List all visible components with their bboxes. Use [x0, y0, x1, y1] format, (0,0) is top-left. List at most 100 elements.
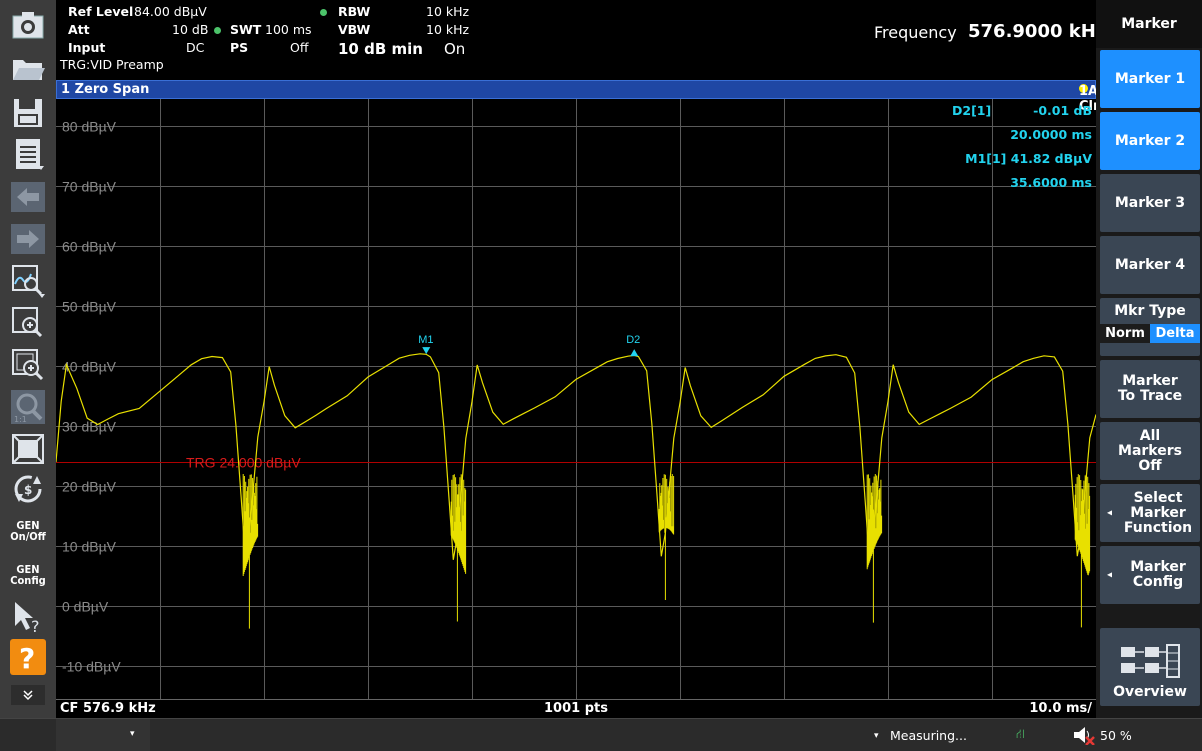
redo-button[interactable]: [5, 220, 51, 258]
select-marker-function-label: Select Marker Function: [1123, 489, 1193, 536]
y-tick-label: 70 dBµV: [62, 179, 117, 195]
softkey-menu-title: Marker: [1096, 0, 1202, 48]
measuring-status[interactable]: Measuring...: [890, 728, 967, 743]
ps-value[interactable]: Off: [290, 40, 308, 55]
left-toolbar: 1:1 $ GEN On/Off GEN Config ? ?: [0, 0, 56, 718]
marker-type-softkey[interactable]: Mkr Type Norm Delta: [1100, 298, 1200, 356]
refresh-icon: $: [14, 475, 42, 503]
marker3-softkey[interactable]: Marker 3: [1100, 174, 1200, 232]
status-dropdown-left[interactable]: ▾: [56, 719, 150, 751]
rbw-value[interactable]: 10 kHz: [426, 4, 469, 19]
m1-result: M1[1] 41.82 dBµV: [952, 151, 1092, 166]
diagram-title: 1 Zero Span: [61, 82, 150, 97]
network-icon: ⛙: [1016, 726, 1025, 741]
all-markers-off-softkey[interactable]: All Markers Off: [1100, 422, 1200, 480]
document-icon: [16, 139, 44, 170]
trace-dip-noise: [658, 474, 675, 600]
marker-type-delta[interactable]: Delta: [1150, 324, 1200, 343]
marker2-softkey[interactable]: Marker 2: [1100, 112, 1200, 170]
m1-result-label: M1[1]: [965, 151, 1007, 166]
mode-value[interactable]: On: [444, 40, 465, 58]
submenu-arrow-icon: ◂: [1107, 507, 1113, 519]
swt-indicator: [214, 27, 221, 34]
status-bar: ▾ ▾ Measuring... ⛙ 50 %: [0, 718, 1202, 751]
diagram-title-bar[interactable]: 1 Zero Span 1AP Clrw: [56, 80, 1111, 114]
zero-span-plot[interactable]: 80 dBµV70 dBµV60 dBµV50 dBµV40 dBµV30 dB…: [55, 99, 1097, 699]
d2-result: D2[1] -0.01 dB: [952, 103, 1092, 118]
gen-onoff-button[interactable]: GEN On/Off: [5, 512, 51, 550]
marker-type-label: Mkr Type: [1114, 303, 1186, 319]
swt-value[interactable]: 100 ms: [265, 22, 312, 37]
overview-flow-icon: [1121, 644, 1180, 678]
marker-config-softkey[interactable]: ◂ Marker Config: [1100, 546, 1200, 604]
softkey-panel: Marker Marker 1 Marker 2 Marker 3 Marker…: [1096, 0, 1202, 718]
att-label: Att: [68, 22, 90, 37]
marker1-softkey[interactable]: Marker 1: [1100, 50, 1200, 108]
caret-down-icon: ▾: [130, 729, 135, 739]
zoom-window-icon: [12, 349, 44, 381]
time-per-division: 10.0 ms/: [1029, 701, 1092, 716]
marker-to-trace-softkey[interactable]: Marker To Trace: [1100, 360, 1200, 418]
trace-dip-noise: [866, 474, 883, 623]
refresh-button[interactable]: $: [5, 470, 51, 508]
overview-softkey[interactable]: Overview: [1100, 628, 1200, 706]
y-tick-label: -10 dBµV: [62, 659, 121, 675]
ref-level-label: Ref Level: [68, 4, 134, 19]
input-value[interactable]: DC: [186, 40, 204, 55]
help-pointer-button[interactable]: ?: [5, 598, 51, 636]
diagram-window: 1 Zero Span 1AP Clrw 80 dBµV 70 dBµV 60 dB…: [55, 80, 1111, 718]
vbw-value[interactable]: 10 kHz: [426, 22, 469, 37]
sweep-points: 1001 pts: [544, 701, 608, 716]
select-marker-function-softkey[interactable]: ◂ Select Marker Function: [1100, 484, 1200, 542]
marker-d2-symbol: [630, 349, 639, 357]
overview-label: Overview: [1113, 684, 1187, 700]
zoom-mode-button[interactable]: [5, 262, 51, 300]
open-file-button[interactable]: [5, 50, 51, 88]
y-tick-label: 80 dBµV: [62, 119, 117, 135]
plot-area[interactable]: 80 dBµV 70 dBµV 60 dBµV 50 dBµV 40 dBµV 30 dB…: [55, 99, 1097, 699]
zoom-icon: [12, 307, 43, 338]
marker-m1-symbol: [422, 347, 431, 355]
report-button[interactable]: [5, 136, 51, 174]
help-button[interactable]: ?: [5, 638, 51, 676]
zoom-window-button[interactable]: [5, 346, 51, 384]
marker-type-toggle[interactable]: Norm Delta: [1100, 324, 1200, 343]
y-tick-label: 0 dBµV: [62, 599, 109, 615]
rbw-label: RBW: [338, 4, 371, 19]
m1-time: 35.6000 ms: [1010, 175, 1092, 190]
input-label: Input: [68, 40, 106, 55]
measurement-header: Ref Level 84.00 dBµV Att 10 dB SWT 100 m…: [56, 0, 1106, 80]
frequency-value[interactable]: 576.9000 kHz: [968, 21, 1106, 42]
center-frequency: CF 576.9 kHz: [60, 701, 156, 716]
trace-dip-noise: [450, 474, 467, 622]
ref-level-value[interactable]: 84.00 dBµV: [134, 4, 207, 19]
d2-result-label: D2[1]: [952, 103, 992, 118]
zoom-off-icon: 1:1: [11, 390, 45, 424]
att-value[interactable]: 10 dB: [172, 22, 208, 37]
svg-text:$: $: [24, 483, 32, 497]
zoom-chart-icon: [12, 265, 45, 298]
volume-muted-icon[interactable]: [1072, 725, 1096, 748]
multi-zoom-button[interactable]: [5, 304, 51, 342]
fullscreen-icon: [12, 434, 44, 464]
marker-type-norm[interactable]: Norm: [1100, 324, 1150, 343]
gen-config-button[interactable]: GEN Config: [5, 556, 51, 594]
svg-text:1:1: 1:1: [14, 415, 27, 424]
undo-button[interactable]: [5, 178, 51, 216]
help-pointer-icon: ?: [15, 602, 40, 634]
marker4-softkey[interactable]: Marker 4: [1100, 236, 1200, 294]
zoom-off-button[interactable]: 1:1: [5, 388, 51, 426]
y-tick-label: 10 dBµV: [62, 539, 117, 555]
y-tick-label: 30 dBµV: [62, 419, 117, 435]
full-screen-button[interactable]: [5, 430, 51, 468]
trigger-preamp-status: TRG:VID Preamp: [60, 57, 164, 72]
marker-m1-label: M1: [418, 334, 433, 346]
save-button[interactable]: [5, 94, 51, 132]
svg-text:?: ?: [19, 642, 35, 675]
frequency-label: Frequency: [874, 23, 957, 42]
svg-text:?: ?: [31, 617, 40, 634]
toolbar-expand-button[interactable]: [5, 684, 51, 706]
y-tick-label: 50 dBµV: [62, 299, 117, 315]
screenshot-button[interactable]: [5, 6, 51, 44]
chevron-down-icon: [11, 685, 45, 705]
